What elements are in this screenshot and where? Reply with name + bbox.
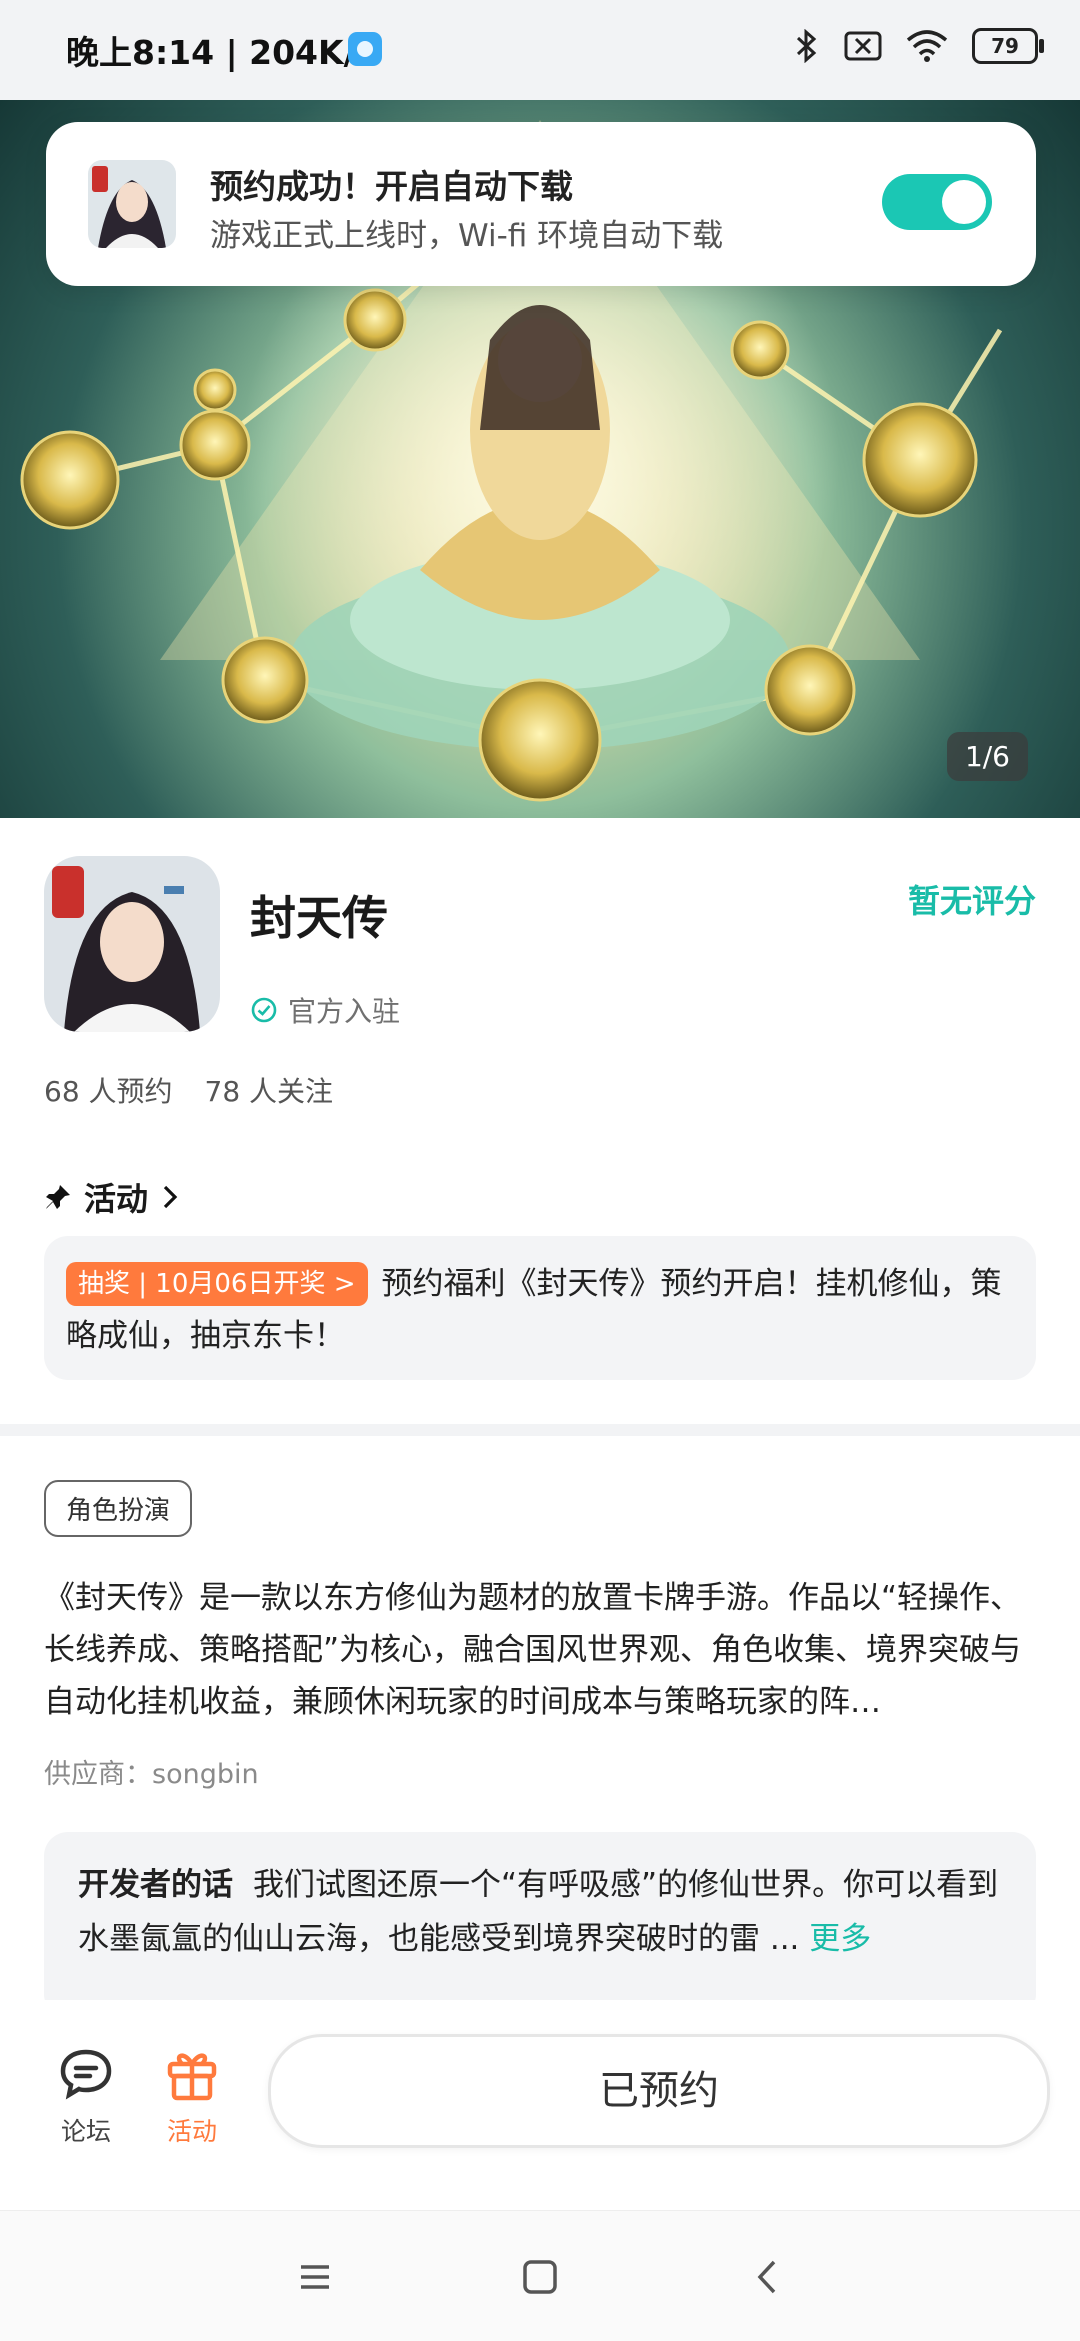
supplier-info: 供应商：songbin <box>44 1759 259 1790</box>
official-label: 官方入驻 <box>288 995 401 1028</box>
forum-tab[interactable]: 论坛 <box>50 2044 122 2148</box>
reservation-toast: 预约成功！开启自动下载 游戏正式上线时，Wi-fi 环境自动下载 <box>46 122 1036 286</box>
status-bar: 晚上8:14 | 204K/s 79 <box>0 0 1080 100</box>
chevron-right-icon <box>163 1185 178 1209</box>
wifi-icon <box>906 30 948 62</box>
game-description[interactable]: 《封天传》是一款以东方修仙为题材的放置卡牌手游。作品以“轻操作、长线养成、策略搭… <box>44 1572 1038 1728</box>
rating-status[interactable]: 暂无评分 <box>908 876 1036 922</box>
menu-nav-icon[interactable] <box>285 2247 345 2307</box>
more-link[interactable]: 更多 <box>809 1921 871 1957</box>
bluetooth-icon <box>796 29 817 63</box>
toast-game-thumbnail <box>88 160 176 248</box>
game-stats: 68 人预约 78 人关注 <box>44 1070 333 1110</box>
pin-icon <box>46 1185 70 1209</box>
home-nav-icon[interactable] <box>510 2247 570 2307</box>
developer-note-label: 开发者的话 <box>78 1867 233 1903</box>
system-navigation-bar <box>0 2210 1080 2341</box>
developer-note-card[interactable]: 开发者的话 我们试图还原一个“有呼吸感”的修仙世界。你可以看到水墨氤氲的仙山云海，… <box>44 1832 1036 2018</box>
status-icons: 79 <box>794 28 1044 64</box>
activity-content: 抽奖 | 10月06日开奖 > 预约福利《封天传》预约开启！挂机修仙，策略成仙，抽… <box>66 1258 1012 1362</box>
toast-title: 预约成功！开启自动下载 <box>210 167 573 206</box>
page-indicator: 1/6 <box>946 732 1028 781</box>
follower-count: 78 人关注 <box>204 1075 334 1108</box>
back-nav-icon[interactable] <box>738 2247 798 2307</box>
official-badge: 官方入驻 <box>250 990 400 1030</box>
section-divider <box>0 1424 1080 1436</box>
forum-tab-label: 论坛 <box>60 2117 111 2146</box>
activity-header-label: 活动 <box>84 1180 149 1218</box>
verified-check-icon <box>251 997 277 1023</box>
activity-tab-label: 活动 <box>166 2117 217 2146</box>
battery-icon: 79 <box>972 28 1044 64</box>
status-time: 晚上8:14 | 204K/s <box>66 33 376 72</box>
activity-section-header[interactable]: 活动 <box>44 1174 180 1220</box>
activity-card[interactable]: 抽奖 | 10月06日开奖 > 预约福利《封天传》预约开启！挂机修仙，策略成仙，抽… <box>44 1236 1036 1380</box>
activity-tab[interactable]: 活动 <box>156 2044 228 2148</box>
game-icon <box>44 856 220 1032</box>
genre-tag[interactable]: 角色扮演 <box>44 1480 193 1537</box>
reserved-button[interactable]: 已预约 <box>268 2034 1050 2148</box>
lottery-badge[interactable]: 抽奖 | 10月06日开奖 > <box>66 1262 368 1306</box>
developer-note: 开发者的话 我们试图还原一个“有呼吸感”的修仙世界。你可以看到水墨氤氲的仙山云海，… <box>78 1858 1002 1966</box>
sim-disabled-icon <box>844 31 882 61</box>
gift-icon <box>167 2053 217 2101</box>
app-notification-icon <box>348 32 382 66</box>
game-title: 封天传 <box>250 891 388 945</box>
forum-chat-icon <box>60 2049 112 2100</box>
auto-download-toggle[interactable] <box>882 174 992 230</box>
reservation-count: 68 人预约 <box>44 1075 173 1108</box>
toast-subtitle: 游戏正式上线时，Wi-fi 环境自动下载 <box>210 218 724 254</box>
